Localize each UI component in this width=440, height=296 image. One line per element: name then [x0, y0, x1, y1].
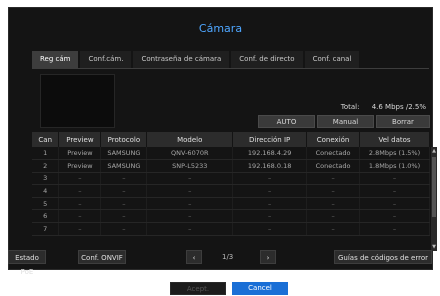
cell-preview: –	[58, 197, 102, 211]
cell-model: –	[146, 222, 234, 236]
total-label: Total:	[340, 103, 360, 111]
camera-table: Can Preview Protocolo Modelo Dirección I…	[32, 132, 430, 236]
page-controls: Estado PoE Conf. ONVIF ‹ 1/3 › Guías de …	[0, 250, 440, 276]
tab-channel-conf[interactable]: Conf. canal	[304, 51, 360, 68]
cell-bitrate: –	[359, 209, 430, 224]
cell-ip: 192.168.0.18	[232, 159, 308, 173]
chevron-right-icon: ›	[266, 254, 270, 262]
cell-model: –	[146, 184, 234, 198]
table-row[interactable]: 7 – – – – – –	[32, 222, 430, 236]
scroll-thumb[interactable]	[432, 157, 436, 217]
onvif-conf-button[interactable]: Conf. ONVIF	[78, 250, 126, 264]
delete-button[interactable]: Borrar	[376, 115, 430, 128]
cell-protocol: –	[100, 197, 148, 211]
cell-connection: –	[306, 209, 361, 224]
col-header: Conexión	[306, 132, 361, 147]
col-header: Modelo	[146, 132, 234, 147]
cell-ip: –	[232, 209, 308, 224]
cell-bitrate: 1.8Mbps (1.0%)	[359, 159, 430, 173]
tab-bar: Reg cám Conf.cám. Contraseña de cámara C…	[32, 51, 361, 68]
cell-preview: –	[58, 222, 102, 236]
cell-model: QNV-6070R	[146, 147, 234, 161]
chevron-left-icon: ‹	[192, 254, 196, 262]
tab-camera-password[interactable]: Contraseña de cámara	[133, 51, 230, 68]
table-row[interactable]: 2 Preview SAMSUNG SNP-L5233 192.168.0.18…	[32, 159, 430, 173]
cell-bitrate: –	[359, 222, 430, 236]
cell-bitrate: –	[359, 184, 430, 198]
cancel-button[interactable]: Cancel	[232, 282, 288, 295]
page-indicator: 1/3	[222, 253, 234, 261]
cell-bitrate: –	[359, 197, 430, 211]
cell-channel: 3	[32, 172, 60, 186]
tab-divider	[32, 68, 429, 69]
cell-protocol: SAMSUNG	[100, 159, 148, 173]
cell-model: –	[146, 209, 234, 224]
tab-conf-cam[interactable]: Conf.cám.	[80, 51, 132, 68]
cell-connection: –	[306, 197, 361, 211]
table-row[interactable]: 3 – – – – – –	[32, 172, 430, 186]
dialog-title: Cámara	[198, 22, 243, 35]
error-codes-guide-button[interactable]: Guías de códigos de error	[334, 250, 432, 264]
cell-channel: 6	[32, 209, 60, 224]
cell-ip: 192.168.4.29	[232, 147, 308, 161]
cell-connection: Conectado	[306, 159, 361, 173]
col-header: Can	[32, 132, 60, 147]
table-header: Can Preview Protocolo Modelo Dirección I…	[32, 132, 430, 147]
table-row[interactable]: 5 – – – – – –	[32, 197, 430, 211]
prev-page-button[interactable]: ‹	[186, 250, 202, 264]
cell-channel: 4	[32, 184, 60, 198]
cell-preview: –	[58, 172, 102, 186]
cell-protocol: –	[100, 172, 148, 186]
cell-preview: –	[58, 209, 102, 224]
accept-button[interactable]: Acept.	[170, 282, 226, 295]
auto-button[interactable]: AUTO	[258, 115, 315, 128]
cell-protocol: –	[100, 222, 148, 236]
table-row[interactable]: 4 – – – – – –	[32, 184, 430, 198]
cell-channel: 1	[32, 147, 60, 161]
cell-protocol: SAMSUNG	[100, 147, 148, 161]
cell-preview[interactable]: Preview	[58, 147, 102, 161]
col-header: Protocolo	[100, 132, 148, 147]
camera-preview	[40, 74, 115, 128]
cell-protocol: –	[100, 209, 148, 224]
cell-ip: –	[232, 172, 308, 186]
scroll-up-icon[interactable]: ▲	[431, 147, 437, 155]
tab-reg-cam[interactable]: Reg cám	[32, 51, 79, 68]
cell-channel: 5	[32, 197, 60, 211]
cell-connection: Conectado	[306, 147, 361, 161]
poe-status-button[interactable]: Estado PoE	[8, 250, 46, 276]
cell-preview[interactable]: Preview	[58, 159, 102, 173]
camera-dialog: Cámara Reg cám Conf.cám. Contraseña de c…	[8, 7, 437, 270]
table-row[interactable]: 1 Preview SAMSUNG QNV-6070R 192.168.4.29…	[32, 147, 430, 161]
cell-bitrate: 2.8Mbps (1.5%)	[359, 147, 430, 161]
total-value: 4.6 Mbps /2.5%	[371, 103, 426, 111]
table-row[interactable]: 6 – – – – – –	[32, 209, 430, 224]
cell-model: –	[146, 197, 234, 211]
cell-bitrate: –	[359, 172, 430, 186]
cell-connection: –	[306, 222, 361, 236]
next-page-button[interactable]: ›	[260, 250, 276, 264]
tab-live-conf[interactable]: Conf. de directo	[231, 51, 303, 68]
dialog-footer: Acept. Cancel	[0, 282, 440, 295]
cell-ip: –	[232, 197, 308, 211]
cell-model: SNP-L5233	[146, 159, 234, 173]
cell-preview: –	[58, 184, 102, 198]
cell-protocol: –	[100, 184, 148, 198]
col-header: Dirección IP	[232, 132, 308, 147]
cell-connection: –	[306, 184, 361, 198]
cell-ip: –	[232, 184, 308, 198]
cell-ip: –	[232, 222, 308, 236]
col-header: Preview	[58, 132, 102, 147]
manual-button[interactable]: Manual	[317, 115, 374, 128]
total-bandwidth: Total: 4.6 Mbps /2.5%	[341, 103, 426, 111]
cell-channel: 7	[32, 222, 60, 236]
col-header: Vel datos	[359, 132, 430, 147]
table-scrollbar[interactable]: ▲ ▼	[431, 147, 437, 251]
cell-connection: –	[306, 172, 361, 186]
cell-channel: 2	[32, 159, 60, 173]
cell-model: –	[146, 172, 234, 186]
